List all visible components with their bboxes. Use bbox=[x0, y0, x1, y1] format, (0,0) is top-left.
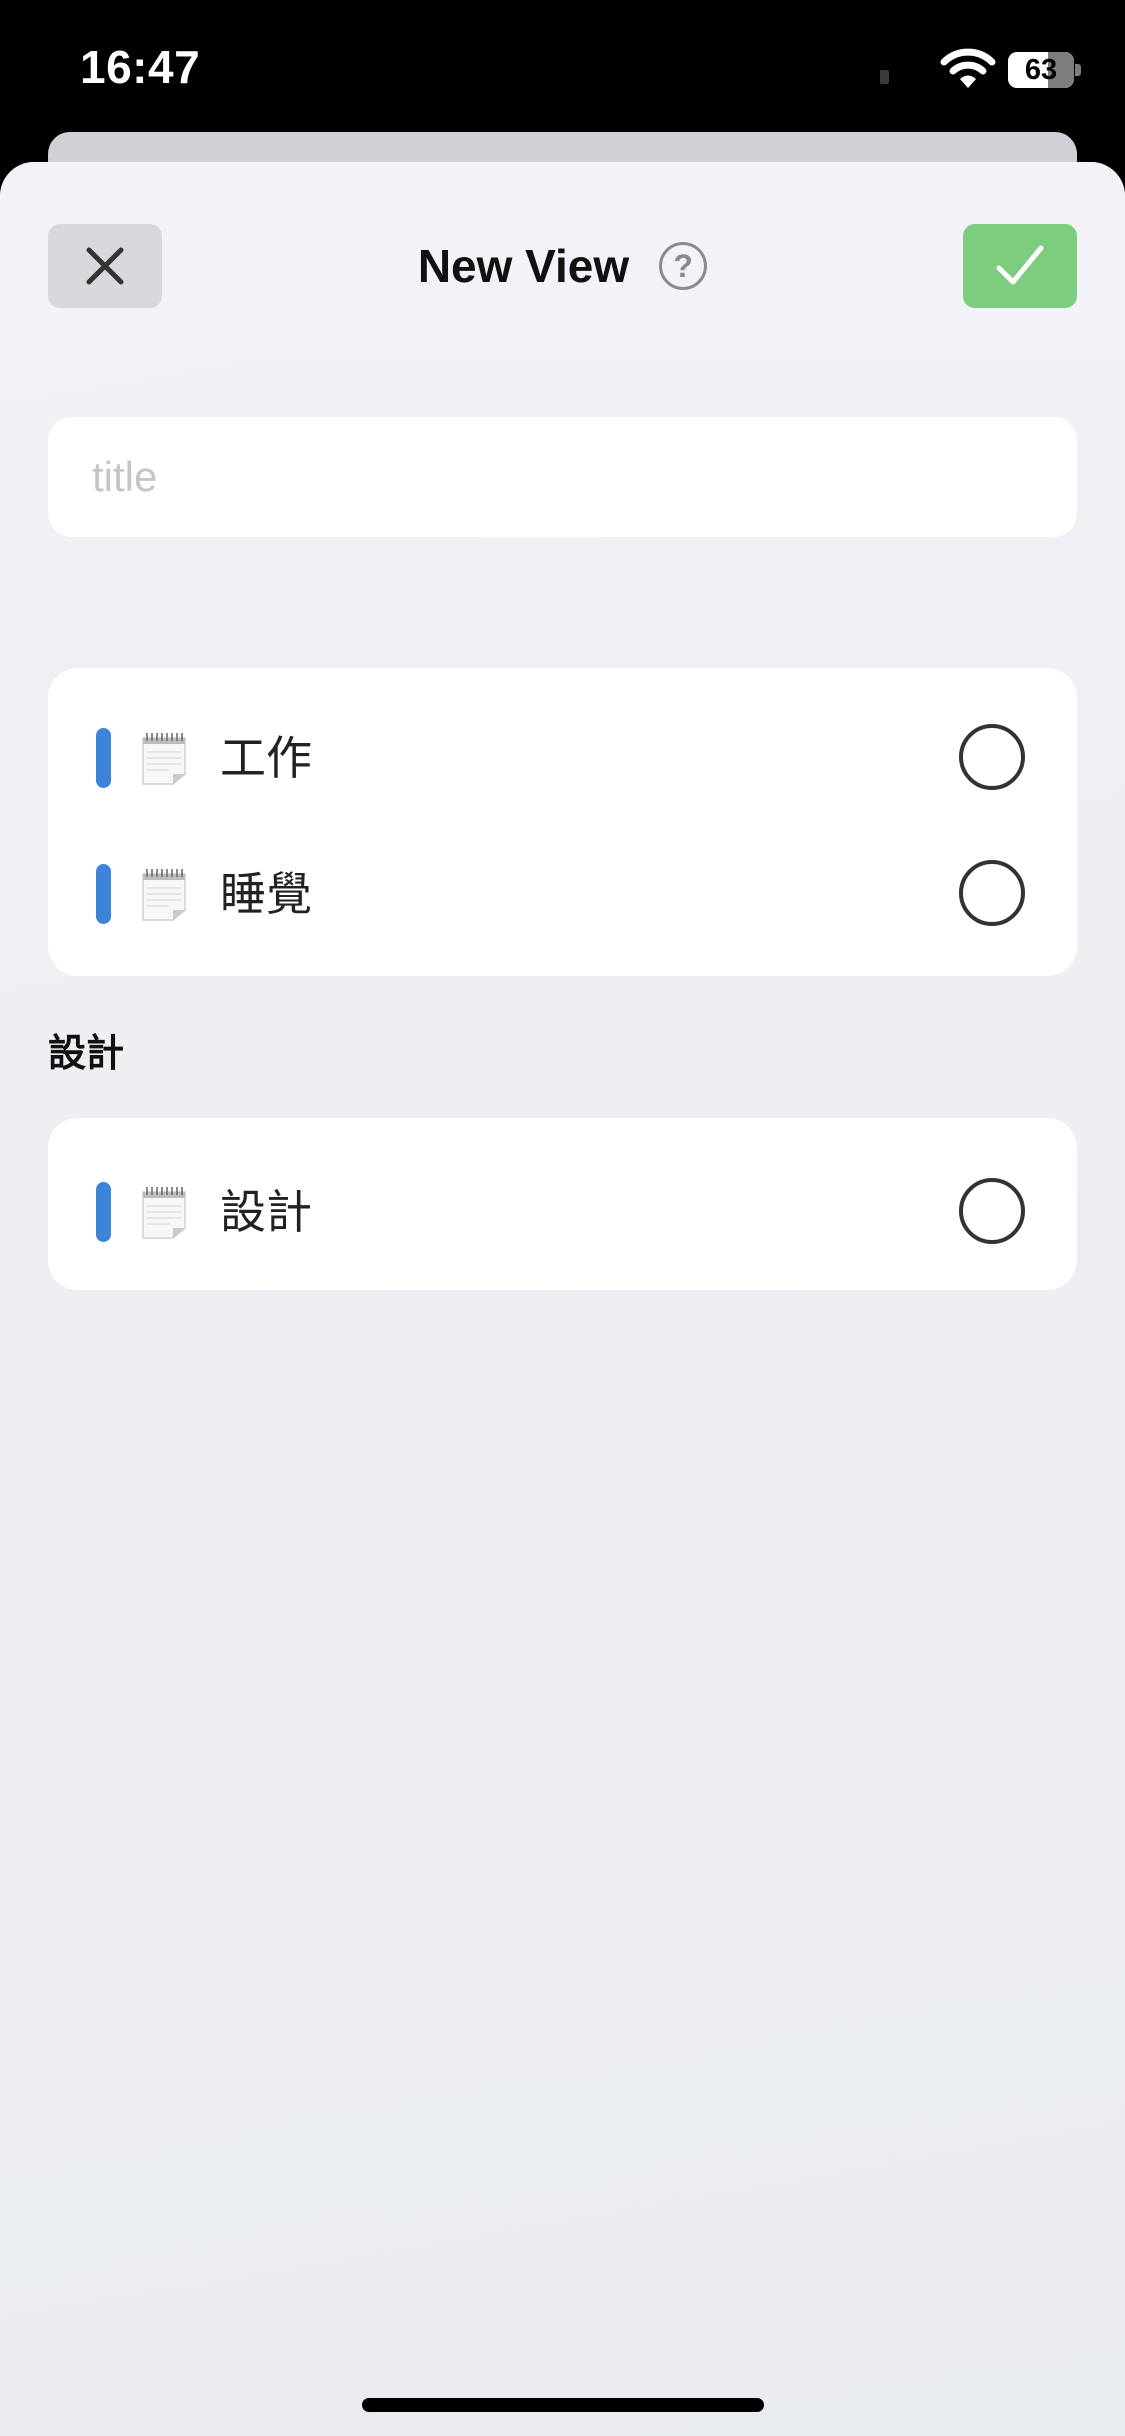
category-list: 工作 睡覺 bbox=[48, 668, 1077, 976]
confirm-button[interactable] bbox=[963, 224, 1077, 308]
notepad-icon bbox=[142, 733, 186, 785]
battery-icon: 63 bbox=[1008, 52, 1081, 88]
select-radio[interactable] bbox=[959, 724, 1025, 790]
section-header: 設計 bbox=[48, 1031, 125, 1075]
color-bar bbox=[96, 728, 111, 788]
list-item-label: 睡覺 bbox=[220, 867, 312, 921]
color-bar bbox=[96, 1182, 111, 1242]
status-bar: 16:47 63 bbox=[0, 0, 1125, 135]
select-radio[interactable] bbox=[959, 860, 1025, 926]
cellular-icon bbox=[880, 70, 889, 84]
page-title: New View bbox=[417, 240, 630, 292]
notepad-icon bbox=[142, 1187, 186, 1239]
nav-title-group: New View ? bbox=[0, 224, 1125, 308]
design-list: 設計 bbox=[48, 1118, 1077, 1290]
notepad-icon bbox=[142, 869, 186, 921]
list-item-design[interactable]: 設計 bbox=[48, 1136, 1077, 1272]
nav-bar: New View ? bbox=[0, 162, 1125, 358]
screen: 16:47 63 New View ? title 工作 睡覺 設計 設計 bbox=[0, 0, 1125, 2436]
status-time: 16:47 bbox=[80, 41, 201, 93]
wifi-icon bbox=[940, 48, 996, 88]
list-item-label: 工作 bbox=[220, 731, 312, 785]
color-bar bbox=[96, 864, 111, 924]
help-icon[interactable]: ? bbox=[659, 242, 708, 290]
title-input[interactable] bbox=[48, 417, 1077, 537]
battery-level: 63 bbox=[1024, 54, 1058, 86]
checkmark-icon bbox=[996, 245, 1044, 285]
home-indicator[interactable] bbox=[362, 2398, 764, 2412]
list-item-label: 設計 bbox=[220, 1185, 312, 1239]
list-item-sleep[interactable]: 睡覺 bbox=[48, 818, 1077, 954]
new-view-sheet: New View ? 工作 bbox=[0, 162, 1125, 2436]
list-item-work[interactable]: 工作 bbox=[48, 682, 1077, 818]
select-radio[interactable] bbox=[959, 1178, 1025, 1244]
